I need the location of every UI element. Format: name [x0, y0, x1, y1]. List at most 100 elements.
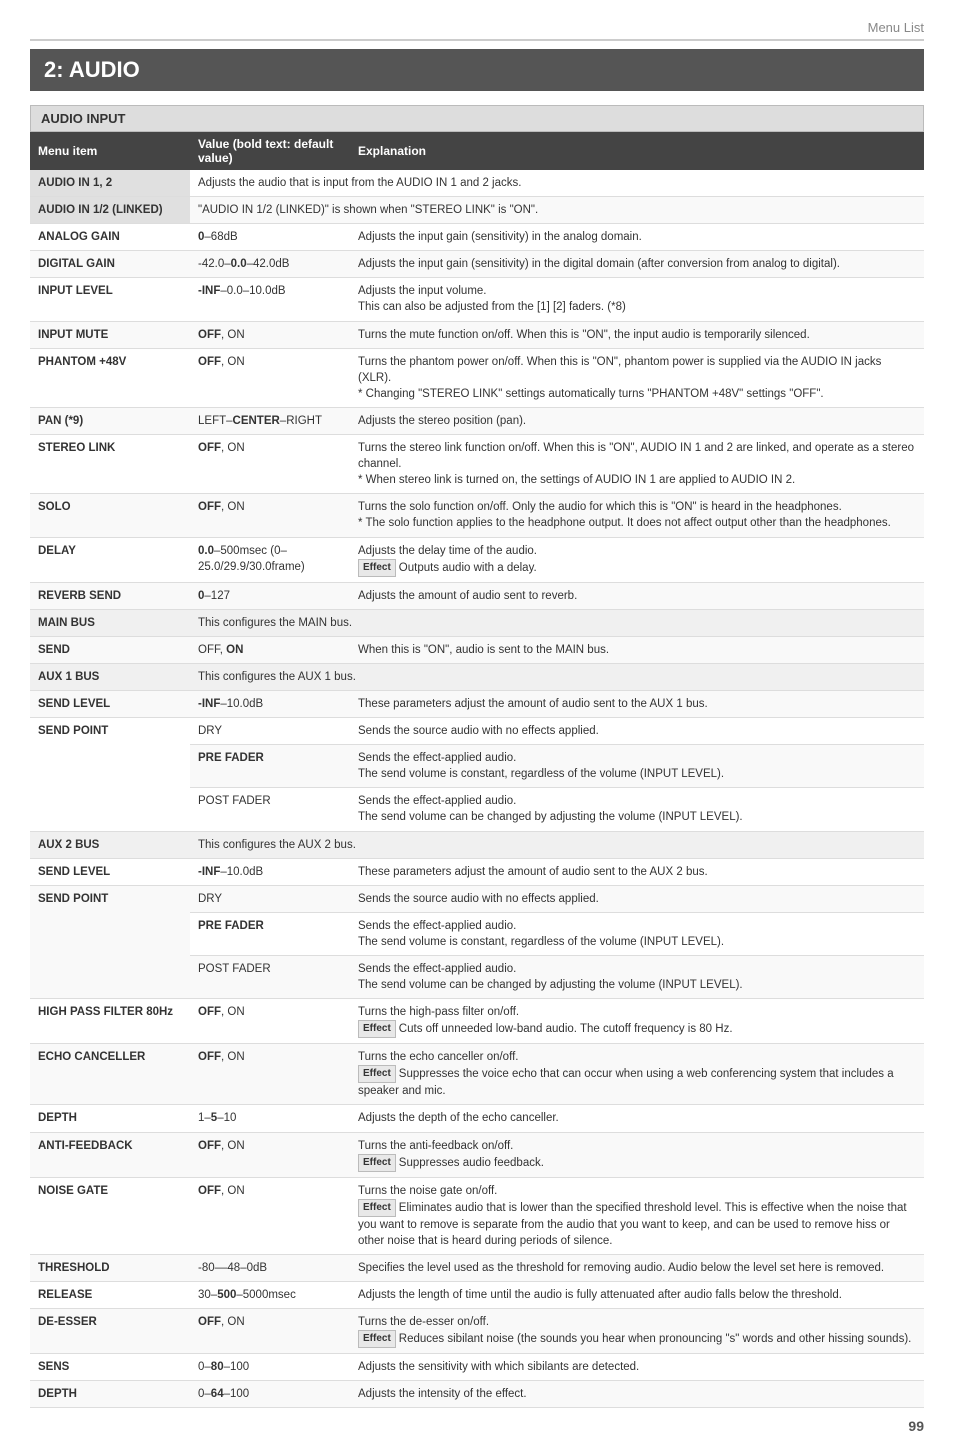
cell-menu: INPUT MUTE [30, 321, 190, 348]
cell-explain: Turns the solo function on/off. Only the… [350, 494, 924, 537]
cell-explain: When this is "ON", audio is sent to the … [350, 636, 924, 663]
cell-value: OFF, ON [190, 999, 350, 1044]
cell-value: This configures the AUX 1 bus. [190, 663, 924, 690]
cell-explain: Adjusts the input gain (sensitivity) in … [350, 251, 924, 278]
table-row: REVERB SEND0–127Adjusts the amount of au… [30, 582, 924, 609]
cell-menu: PHANTOM +48V [30, 348, 190, 407]
cell-value: DRY [190, 718, 350, 745]
cell-value: PRE FADER [190, 745, 350, 788]
subsection-title: AUDIO INPUT [30, 105, 924, 132]
cell-value: OFF, ON [190, 636, 350, 663]
table-row: SOLOOFF, ONTurns the solo function on/of… [30, 494, 924, 537]
table-row: SEND POINTDRYSends the source audio with… [30, 718, 924, 745]
table-row: PAN (*9)LEFT–CENTER–RIGHTAdjusts the ste… [30, 407, 924, 434]
page-number: 99 [30, 1418, 924, 1434]
table-row: INPUT LEVEL-INF–0.0–10.0dBAdjusts the in… [30, 278, 924, 321]
cell-explain: Sends the effect-applied audio.The send … [350, 956, 924, 999]
table-row: ANTI-FEEDBACKOFF, ONTurns the anti-feedb… [30, 1132, 924, 1177]
cell-explain: "AUDIO IN 1/2 (LINKED)" is shown when "S… [190, 197, 924, 224]
cell-menu: ANTI-FEEDBACK [30, 1132, 190, 1177]
cell-explain: Turns the anti-feedback on/off.EffectSup… [350, 1132, 924, 1177]
table-row: DIGITAL GAIN-42.0–0.0–42.0dBAdjusts the … [30, 251, 924, 278]
menu-list-label: Menu List [30, 20, 924, 41]
cell-explain: Adjusts the stereo position (pan). [350, 407, 924, 434]
cell-explain: Adjusts the length of time until the aud… [350, 1282, 924, 1309]
table-row: SENS0–80–100Adjusts the sensitivity with… [30, 1354, 924, 1381]
cell-value: 30–500–5000msec [190, 1282, 350, 1309]
cell-menu: HIGH PASS FILTER 80Hz [30, 999, 190, 1044]
cell-explain: Turns the high-pass filter on/off.Effect… [350, 999, 924, 1044]
table-row: AUDIO IN 1, 2Adjusts the audio that is i… [30, 170, 924, 197]
cell-menu: SENS [30, 1354, 190, 1381]
cell-value: -42.0–0.0–42.0dB [190, 251, 350, 278]
cell-explain: Turns the stereo link function on/off. W… [350, 435, 924, 494]
table-row: SEND POINTDRYSends the source audio with… [30, 885, 924, 912]
cell-menu: AUX 2 BUS [30, 831, 190, 858]
effect-badge: Effect [358, 1330, 396, 1348]
col-header-menu: Menu item [30, 132, 190, 170]
cell-explain: Sends the effect-applied audio.The send … [350, 788, 924, 831]
table-row: ANALOG GAIN0–68dBAdjusts the input gain … [30, 224, 924, 251]
cell-explain: Specifies the level used as the threshol… [350, 1254, 924, 1281]
cell-value: OFF, ON [190, 1132, 350, 1177]
table-row: MAIN BUSThis configures the MAIN bus. [30, 609, 924, 636]
cell-explain: Sends the source audio with no effects a… [350, 885, 924, 912]
cell-value: OFF, ON [190, 435, 350, 494]
cell-explain: Turns the mute function on/off. When thi… [350, 321, 924, 348]
cell-explain: Sends the effect-applied audio.The send … [350, 745, 924, 788]
table-row: DEPTH1–5–10Adjusts the depth of the echo… [30, 1105, 924, 1132]
cell-value: LEFT–CENTER–RIGHT [190, 407, 350, 434]
cell-menu: ANALOG GAIN [30, 224, 190, 251]
cell-value: OFF, ON [190, 1309, 350, 1354]
cell-explain: Sends the source audio with no effects a… [350, 718, 924, 745]
cell-explain: Adjusts the delay time of the audio.Effe… [350, 537, 924, 582]
cell-value: 0–68dB [190, 224, 350, 251]
cell-menu: SEND POINT [30, 718, 190, 831]
table-row: HIGH PASS FILTER 80HzOFF, ONTurns the hi… [30, 999, 924, 1044]
cell-value: This configures the MAIN bus. [190, 609, 924, 636]
cell-menu: DIGITAL GAIN [30, 251, 190, 278]
table-row: ECHO CANCELLEROFF, ONTurns the echo canc… [30, 1044, 924, 1105]
cell-menu: INPUT LEVEL [30, 278, 190, 321]
cell-value: OFF, ON [190, 1044, 350, 1105]
cell-explain: Adjusts the depth of the echo canceller. [350, 1105, 924, 1132]
table-row: RELEASE30–500–5000msecAdjusts the length… [30, 1282, 924, 1309]
cell-explain: Adjusts the sensitivity with which sibil… [350, 1354, 924, 1381]
cell-menu: DEPTH [30, 1381, 190, 1408]
cell-value: -INF–10.0dB [190, 858, 350, 885]
cell-value: POST FADER [190, 788, 350, 831]
effect-badge: Effect [358, 1065, 396, 1083]
cell-explain: Adjusts the amount of audio sent to reve… [350, 582, 924, 609]
cell-value: OFF, ON [190, 321, 350, 348]
table-row: NOISE GATEOFF, ONTurns the noise gate on… [30, 1177, 924, 1254]
cell-value: OFF, ON [190, 348, 350, 407]
cell-menu: SEND LEVEL [30, 690, 190, 717]
cell-menu: ECHO CANCELLER [30, 1044, 190, 1105]
table-row: SEND LEVEL-INF–10.0dBThese parameters ad… [30, 858, 924, 885]
table-row: AUX 1 BUSThis configures the AUX 1 bus. [30, 663, 924, 690]
cell-value: 1–5–10 [190, 1105, 350, 1132]
cell-explain: Turns the echo canceller on/off.EffectSu… [350, 1044, 924, 1105]
table-row: AUX 2 BUSThis configures the AUX 2 bus. [30, 831, 924, 858]
cell-menu: DE-ESSER [30, 1309, 190, 1354]
cell-menu: AUDIO IN 1/2 (LINKED) [30, 197, 190, 224]
table-row: INPUT MUTEOFF, ONTurns the mute function… [30, 321, 924, 348]
table-row: DE-ESSEROFF, ONTurns the de-esser on/off… [30, 1309, 924, 1354]
cell-value: DRY [190, 885, 350, 912]
cell-value: 0.0–500msec (0–25.0/29.9/30.0frame) [190, 537, 350, 582]
table-row: DEPTH0–64–100Adjusts the intensity of th… [30, 1381, 924, 1408]
table-row: AUDIO IN 1/2 (LINKED)"AUDIO IN 1/2 (LINK… [30, 197, 924, 224]
effect-badge: Effect [358, 1020, 396, 1038]
cell-value: 0–80–100 [190, 1354, 350, 1381]
cell-value: -INF–10.0dB [190, 690, 350, 717]
table-row: SEND LEVEL-INF–10.0dBThese parameters ad… [30, 690, 924, 717]
cell-value: OFF, ON [190, 494, 350, 537]
table-row: DELAY0.0–500msec (0–25.0/29.9/30.0frame)… [30, 537, 924, 582]
cell-menu: SOLO [30, 494, 190, 537]
cell-explain: Turns the de-esser on/off.EffectReduces … [350, 1309, 924, 1354]
effect-badge: Effect [358, 1154, 396, 1172]
cell-menu: AUX 1 BUS [30, 663, 190, 690]
cell-value: This configures the AUX 2 bus. [190, 831, 924, 858]
cell-menu: AUDIO IN 1, 2 [30, 170, 190, 197]
cell-explain: These parameters adjust the amount of au… [350, 858, 924, 885]
